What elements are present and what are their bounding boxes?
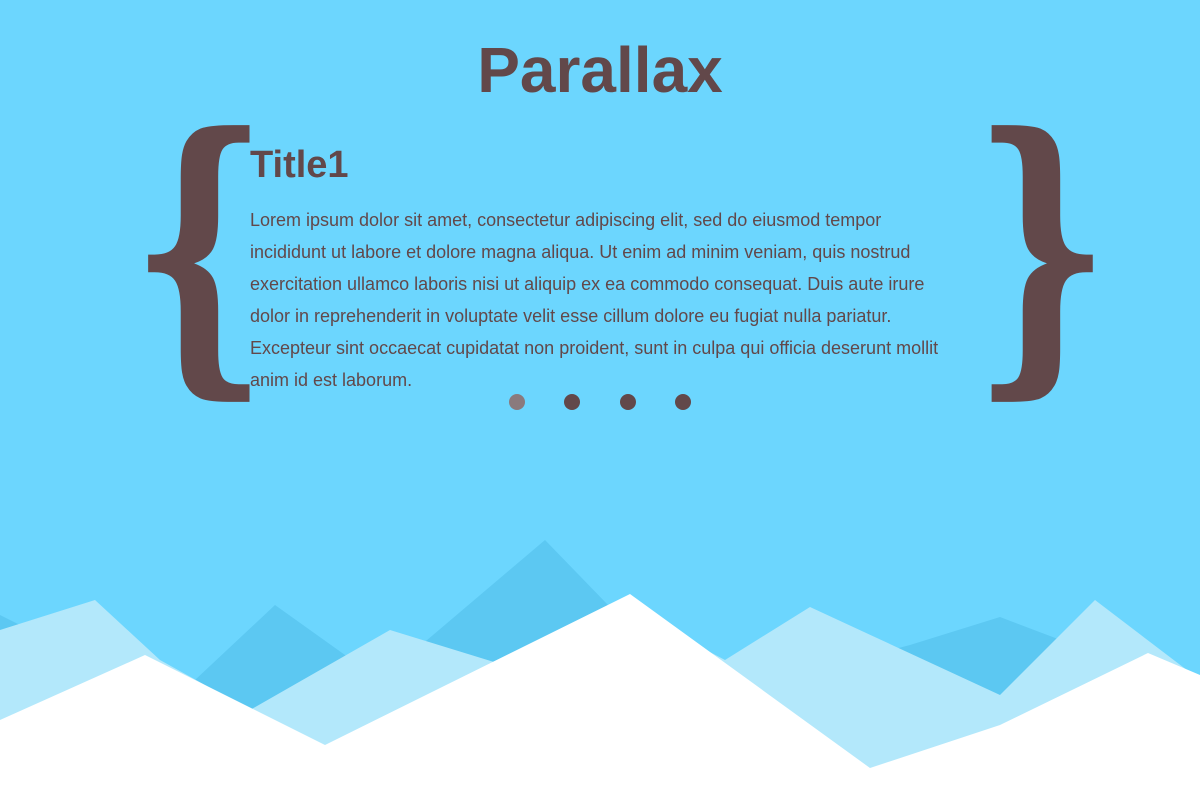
right-brace-icon: } [972, 71, 1111, 424]
slider-dot-2[interactable] [564, 394, 580, 410]
slide-title: Title1 [250, 144, 349, 186]
slider-dot-1[interactable] [509, 394, 525, 410]
slide-text: Lorem ipsum dolor sit amet, consectetur … [250, 210, 939, 390]
slider-dot-3[interactable] [620, 394, 636, 410]
left-brace-icon: { [130, 71, 269, 424]
mountains-illustration [0, 540, 1200, 800]
slider-dot-4[interactable] [675, 394, 691, 410]
slide: Title1 Lorem ipsum dolor sit amet, conse… [250, 140, 960, 396]
